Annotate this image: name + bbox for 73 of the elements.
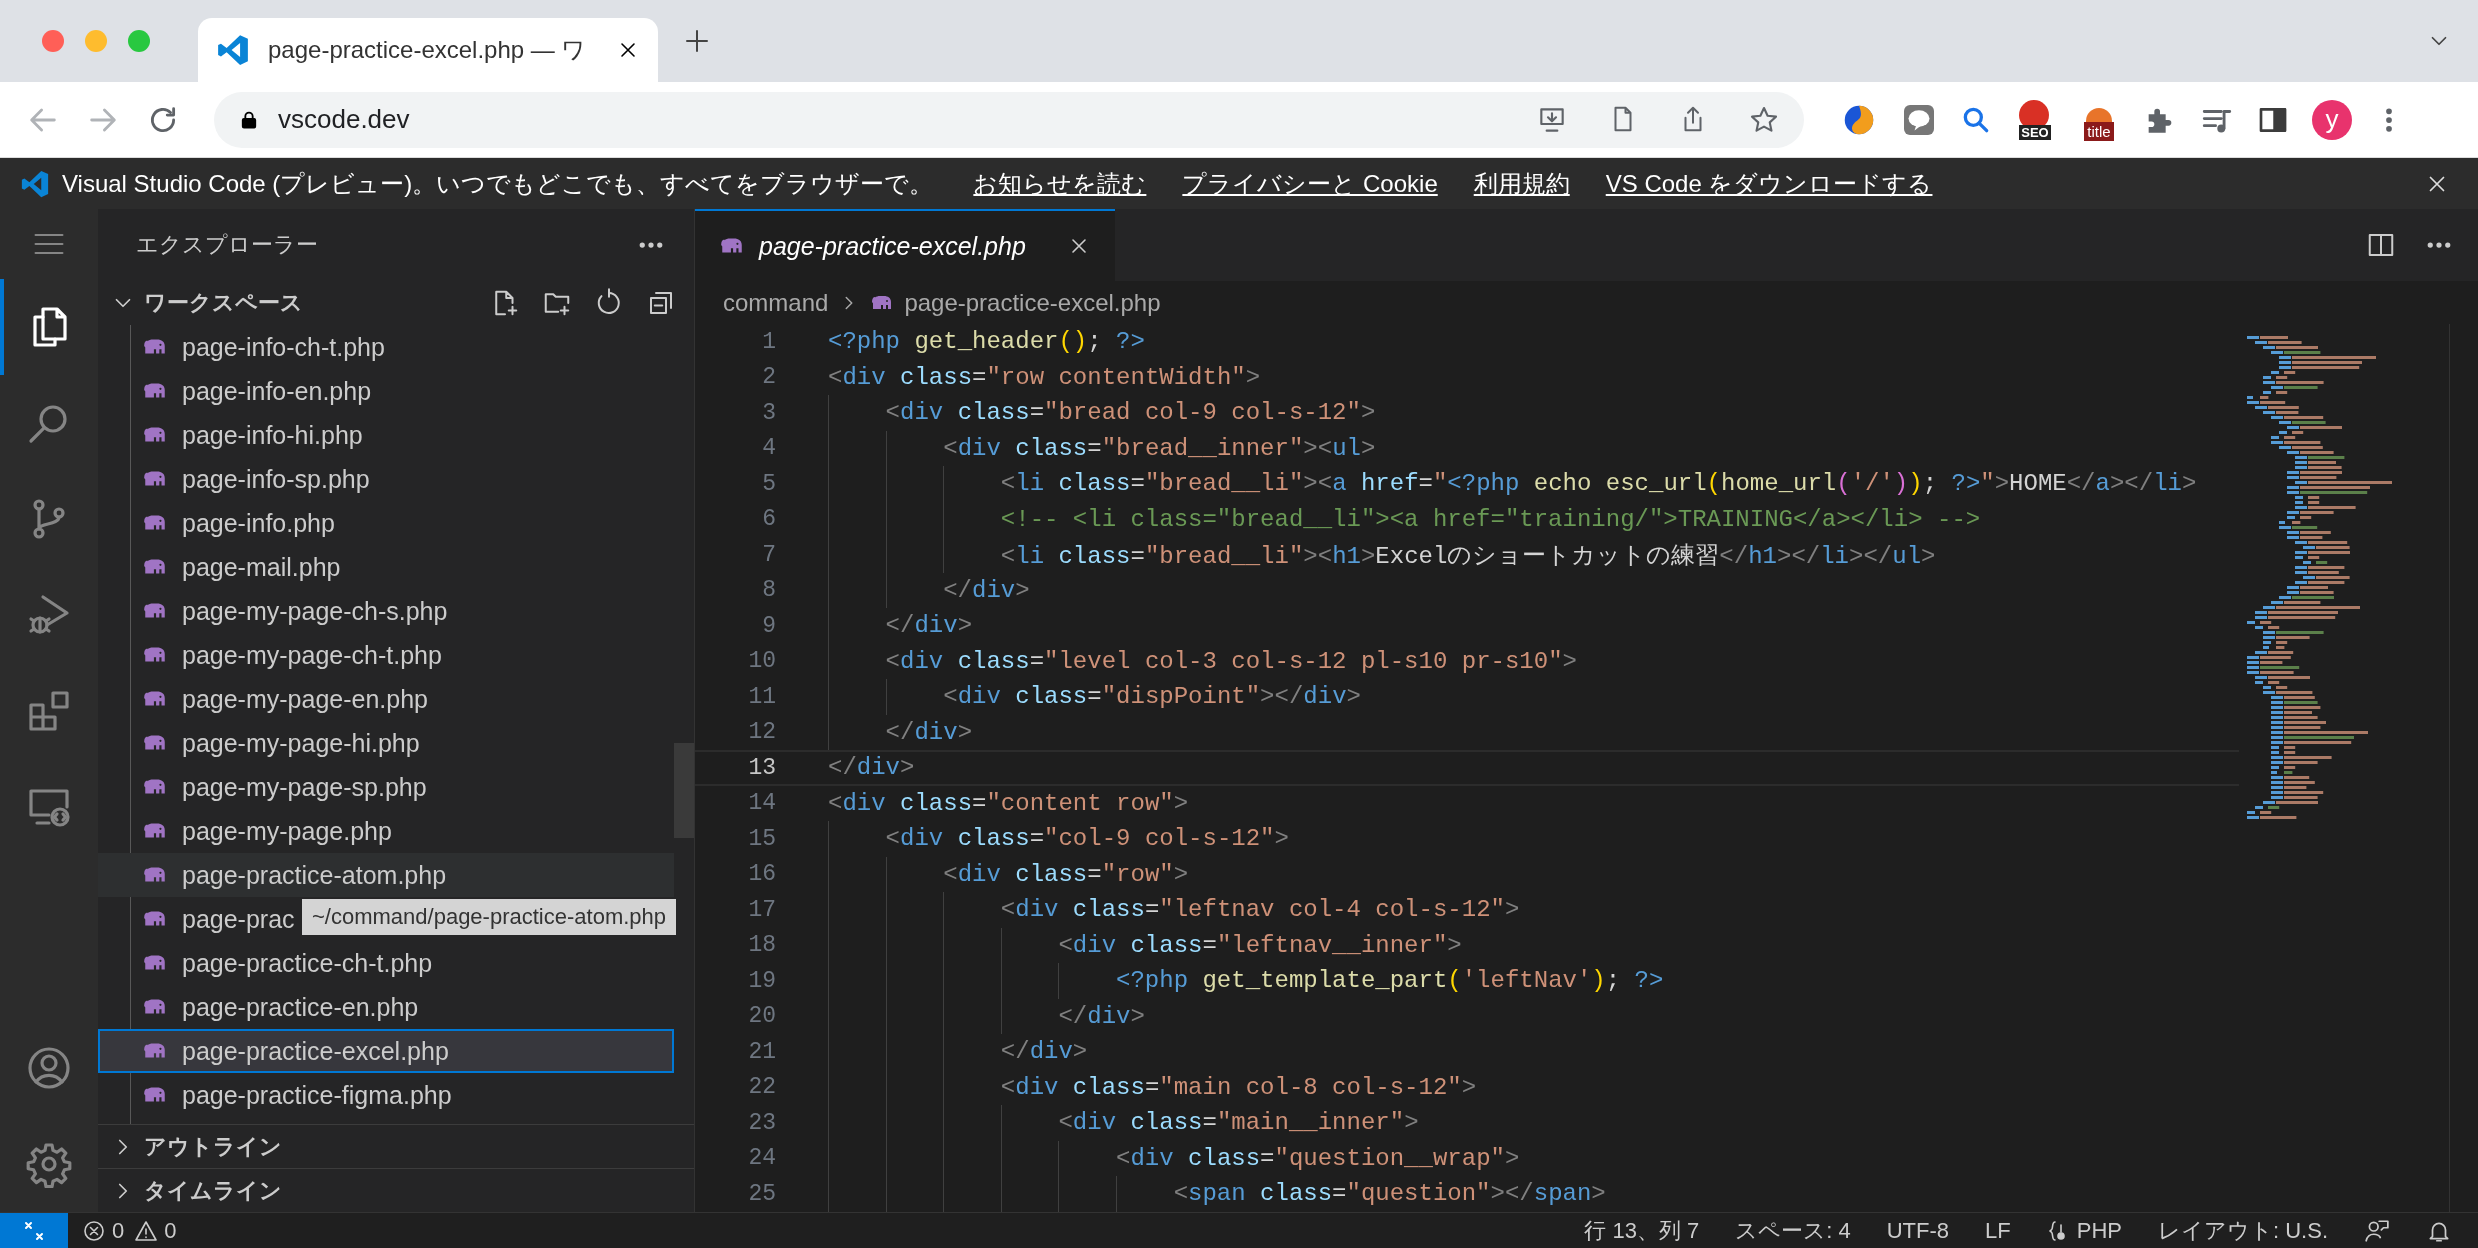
file-name: page-mail.php: [182, 552, 341, 582]
banner-message: Visual Studio Code (プレビュー)。いつでもどこでも、すべてをブラウザーで。: [62, 168, 934, 199]
line-number: 24: [747, 1145, 777, 1172]
file-name: page-info.php: [182, 508, 335, 538]
code-line: <li class="bread__li"><h1>Excelのショートカットの練習</h1></li></ul>: [999, 541, 1936, 571]
line-number: 9: [761, 612, 777, 639]
line-number: 1: [761, 328, 777, 355]
code-line: </div>: [999, 1038, 1088, 1066]
code-line: <div class="level col-3 col-s-12 pl-s10 pr-s10">: [884, 647, 1577, 675]
url-text: vscode.dev: [278, 104, 411, 135]
line-number: 13: [747, 754, 777, 781]
line-number: 25: [747, 1180, 777, 1207]
line-number: 22: [747, 1074, 777, 1101]
line-number: 5: [761, 470, 777, 497]
line-number: 16: [747, 861, 777, 888]
code-line: </div>: [884, 612, 973, 640]
file-name: page-practice-ch-t.php: [182, 948, 433, 978]
line-number: 19: [747, 967, 777, 994]
line-number: 15: [747, 825, 777, 852]
code-line: <div class="leftnav__inner">: [1057, 931, 1462, 959]
file-name: page-prac: [182, 904, 295, 934]
code-line: </div>: [942, 576, 1030, 604]
code-line: <li class="bread__li"><a href="<?php echo esc_url(home_url('/')); ?>">HOME</a></li>: [999, 470, 2197, 498]
line-number: 21: [747, 1038, 777, 1065]
file-name: page-my-page-en.php: [182, 684, 428, 714]
code-line: <div class="dispPoint"></div>: [942, 683, 1361, 711]
file-name: page-info-hi.php: [182, 420, 363, 450]
code-line: <div class="main__inner">: [1057, 1109, 1419, 1137]
file-name: page-info-ch-t.php: [182, 332, 385, 362]
line-number: 18: [747, 932, 777, 959]
code-line: <div class="question__wrap">: [1115, 1144, 1520, 1172]
line-number: 6: [761, 506, 777, 533]
code-line: <div class="main col-8 col-s-12">: [999, 1073, 1477, 1101]
panel-title: エクスプローラー: [136, 231, 319, 259]
code-line: </div>: [1057, 1002, 1145, 1030]
line-number: 10: [747, 648, 777, 675]
file-name: page-info-sp.php: [182, 464, 370, 494]
line-number: 8: [761, 577, 777, 604]
line-number: 7: [761, 541, 777, 568]
code-line: </div>: [884, 718, 973, 746]
code-line: <div class="row">: [942, 860, 1189, 888]
file-name: page-practice-figma.php: [182, 1080, 452, 1110]
line-number: 11: [747, 683, 777, 710]
line-number: 17: [747, 896, 777, 923]
file-name: page-practice-en.php: [182, 992, 419, 1022]
code-line: <div class="bread__inner"><ul>: [942, 434, 1376, 462]
code-line: <div class="col-9 col-s-12">: [884, 825, 1289, 853]
line-number: 12: [747, 719, 777, 746]
code-line: <div class="content row">: [828, 789, 1189, 817]
line-number: 20: [747, 1003, 777, 1030]
code-line: <span class="question"></span>: [1172, 1180, 1606, 1208]
line-number: 23: [747, 1109, 777, 1136]
line-number: 14: [747, 790, 777, 817]
file-name: page-my-page-sp.php: [182, 772, 427, 802]
code-line: <?php get_template_part('leftNav'); ?>: [1115, 967, 1664, 995]
line-number: 4: [761, 435, 777, 462]
file-name: page-info-en.php: [182, 376, 372, 406]
file-name: page-my-page-hi.php: [182, 728, 420, 758]
file-name: page-my-page.php: [182, 816, 392, 846]
line-number: 2: [761, 364, 777, 391]
file-name: page-practice-excel.php: [182, 1036, 449, 1066]
code-line: <div class="row contentWidth">: [828, 363, 1261, 391]
code-line: <!-- <li class="bread__li"><a href="training/">TRAINING</a></li> -->: [999, 505, 1981, 533]
file-name: page-my-page-ch-s.php: [182, 596, 448, 626]
code-line: <div class="bread col-9 col-s-12">: [884, 399, 1376, 427]
code-line: </div>: [828, 754, 915, 782]
tab-title: page-practice-excel.php — ワ: [268, 35, 588, 65]
line-number: 3: [761, 399, 777, 426]
code-line: <div class="leftnav col-4 col-s-12">: [999, 896, 1520, 924]
file-name: page-practice-atom.php: [182, 860, 447, 890]
path-tooltip: ~/command/page-practice-atom.php: [302, 899, 677, 935]
code-line: <?php get_header(); ?>: [828, 328, 1145, 356]
file-name: page-my-page-ch-t.php: [182, 640, 442, 670]
